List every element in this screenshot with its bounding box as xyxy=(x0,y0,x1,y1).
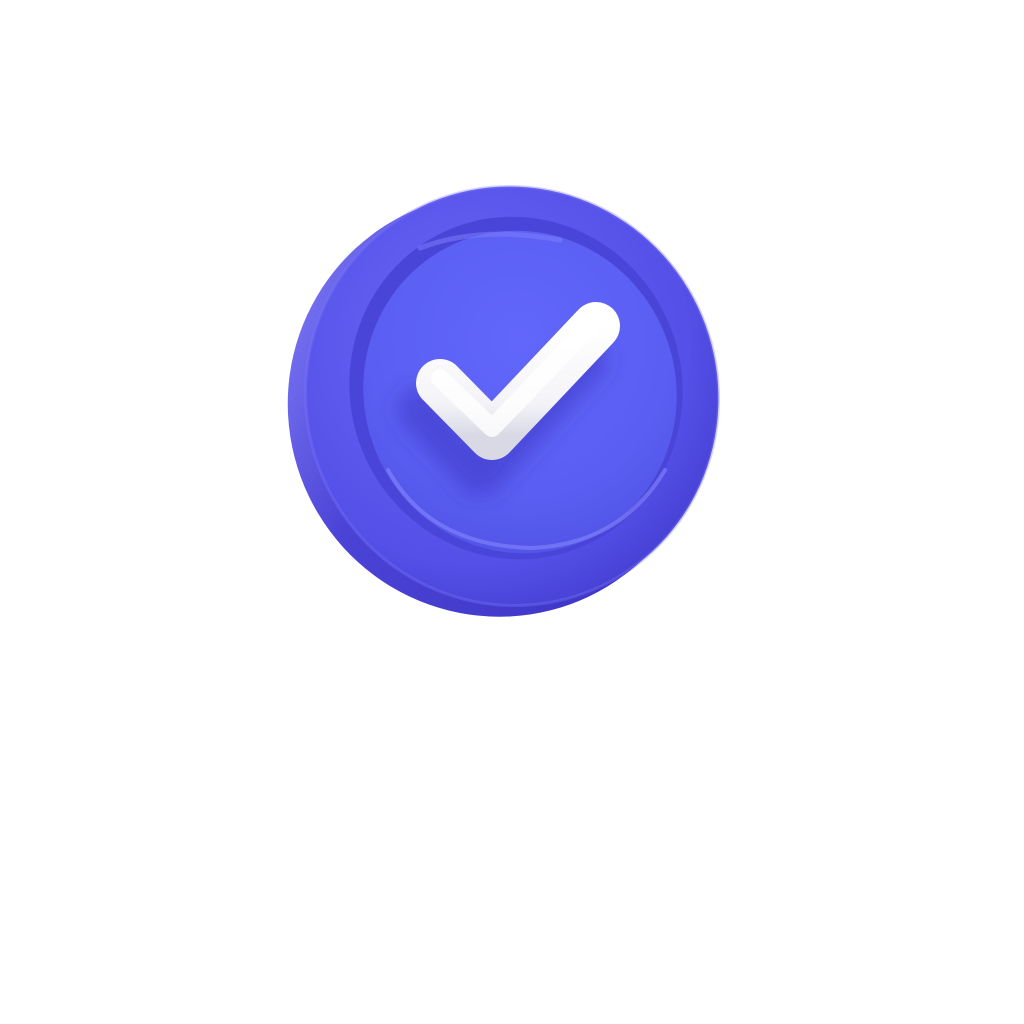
canvas xyxy=(0,0,1024,1024)
check-badge-icon xyxy=(287,184,720,617)
